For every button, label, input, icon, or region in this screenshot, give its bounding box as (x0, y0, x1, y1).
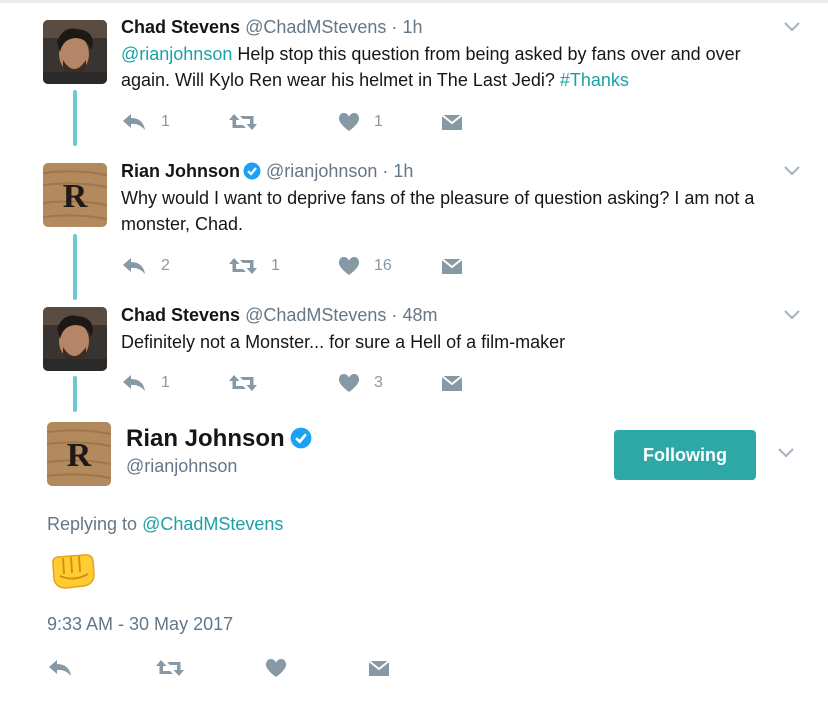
retweet-button[interactable] (156, 656, 184, 680)
like-button[interactable]: 3 (338, 371, 383, 395)
main-display-name[interactable]: Rian Johnson (126, 424, 312, 454)
retweet-icon (156, 660, 184, 676)
retweet-button[interactable] (229, 110, 257, 134)
main-user-handle[interactable]: @rianjohnson (126, 456, 237, 477)
reply-icon (123, 375, 145, 391)
direct-message-icon (441, 114, 463, 130)
reply-button[interactable]: 1 (121, 110, 170, 134)
timestamp-link[interactable]: 1h (393, 161, 413, 181)
chevron-down-icon[interactable] (777, 447, 795, 459)
chevron-down-icon[interactable] (783, 165, 801, 177)
chad-avatar-photo (43, 307, 107, 371)
display-name[interactable]: Chad Stevens (121, 305, 240, 325)
thread-connector (73, 234, 77, 300)
retweet-button[interactable] (229, 371, 257, 395)
reply-icon (123, 258, 145, 274)
heart-icon (265, 658, 287, 677)
separator-dot: · (382, 161, 389, 181)
heart-icon (338, 256, 360, 275)
replying-to: Replying to @ChadMStevens (47, 514, 283, 535)
reply-icon (123, 114, 145, 130)
reply-count: 1 (161, 374, 170, 391)
main-avatar[interactable]: R (47, 422, 111, 486)
reply-count: 1 (161, 113, 170, 130)
avatar[interactable] (43, 20, 107, 84)
chevron-down-icon[interactable] (783, 309, 801, 321)
rian-avatar-logo: R (43, 163, 107, 227)
like-count: 3 (374, 374, 383, 391)
reply-button[interactable]: 1 (121, 371, 170, 395)
reply-icon (49, 660, 71, 676)
retweet-icon (229, 375, 257, 391)
like-count: 1 (374, 113, 383, 130)
mention-link[interactable]: @rianjohnson (121, 44, 232, 64)
like-button[interactable]: 16 (338, 254, 392, 278)
retweet-icon (229, 114, 257, 130)
thread-connector (73, 376, 77, 412)
tweet-header: Rian Johnson @rianjohnson · 1h (121, 159, 413, 183)
retweet-button[interactable]: 1 (229, 254, 280, 278)
chad-avatar-photo (43, 20, 107, 84)
user-handle[interactable]: @ChadMStevens (245, 305, 386, 325)
direct-message-button[interactable] (441, 371, 463, 395)
avatar[interactable]: R (43, 163, 107, 227)
svg-text:R: R (63, 178, 88, 215)
like-button[interactable] (265, 656, 287, 680)
hashtag-link[interactable]: #Thanks (560, 70, 629, 90)
top-divider (0, 0, 828, 3)
heart-icon (338, 112, 360, 131)
heart-icon (338, 373, 360, 392)
rian-avatar-logo: R (47, 422, 111, 486)
direct-message-button[interactable] (441, 110, 463, 134)
direct-message-icon (441, 375, 463, 391)
chevron-down-icon[interactable] (783, 21, 801, 33)
tweet-header: Chad Stevens @ChadMStevens · 1h (121, 15, 422, 39)
reply-count: 2 (161, 257, 170, 274)
retweet-count: 1 (271, 257, 280, 274)
replying-handle-link[interactable]: @ChadMStevens (142, 514, 283, 534)
reply-button[interactable] (47, 656, 73, 680)
display-name[interactable]: Rian Johnson (121, 161, 240, 181)
verified-badge-icon (243, 162, 261, 180)
direct-message-icon (368, 660, 390, 676)
timestamp-link[interactable]: 1h (402, 17, 422, 37)
fist-bump-emoji (50, 552, 96, 595)
user-handle[interactable]: @rianjohnson (266, 161, 377, 181)
fist-bump-icon (52, 554, 95, 589)
replying-prefix: Replying to (47, 514, 143, 534)
timestamp-link[interactable]: 48m (402, 305, 437, 325)
display-name[interactable]: Chad Stevens (121, 17, 240, 37)
tweet-text: Definitely not a Monster... for sure a H… (121, 332, 566, 352)
reply-button[interactable]: 2 (121, 254, 170, 278)
user-handle[interactable]: @ChadMStevens (245, 17, 386, 37)
direct-message-button[interactable] (441, 254, 463, 278)
verified-badge-icon (290, 427, 312, 449)
retweet-icon (229, 258, 257, 274)
like-button[interactable]: 1 (338, 110, 383, 134)
main-name-text[interactable]: Rian Johnson (126, 425, 285, 452)
separator-dot: · (391, 305, 398, 325)
tweet-text: @rianjohnson Help stop this question fro… (121, 41, 781, 93)
direct-message-icon (441, 258, 463, 274)
tweet-text: Why would I want to deprive fans of the … (121, 188, 755, 234)
thread-connector (73, 90, 77, 146)
tweet-timestamp[interactable]: 9:33 AM - 30 May 2017 (47, 614, 233, 635)
direct-message-button[interactable] (368, 656, 390, 680)
tweet-header: Chad Stevens @ChadMStevens · 48m (121, 303, 437, 327)
separator-dot: · (391, 17, 398, 37)
following-button[interactable]: Following (614, 430, 756, 480)
svg-text:R: R (67, 437, 92, 474)
avatar[interactable] (43, 307, 107, 371)
like-count: 16 (374, 257, 392, 274)
